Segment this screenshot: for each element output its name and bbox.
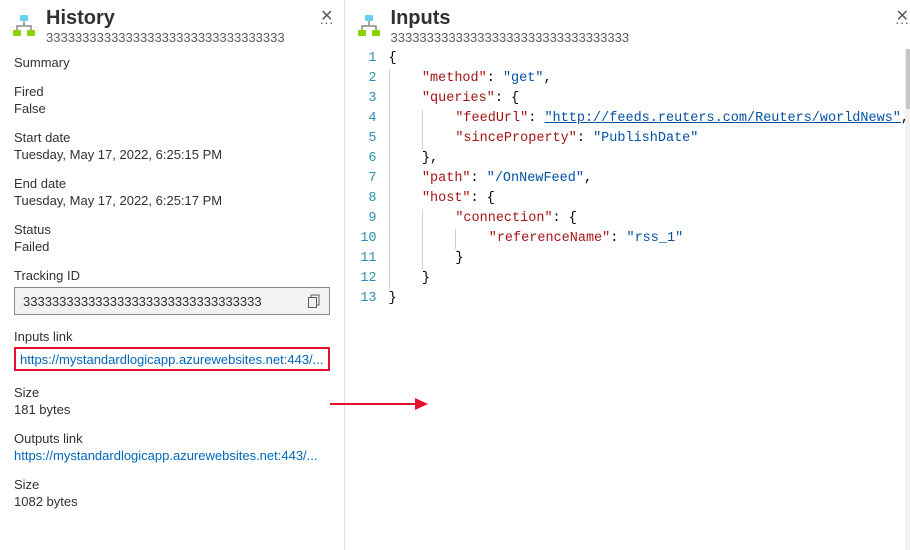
code-line: "feedUrl": "http://feeds.reuters.com/Reu… bbox=[389, 109, 910, 129]
scroll-thumb[interactable] bbox=[906, 49, 910, 109]
inputs-header: Inputs 333333333333333333333333333333333… bbox=[345, 0, 910, 45]
code-line: "method": "get", bbox=[389, 69, 910, 89]
start-date-value: Tuesday, May 17, 2022, 6:25:15 PM bbox=[14, 147, 330, 162]
inputs-link[interactable]: https://mystandardlogicapp.azurewebsites… bbox=[20, 352, 324, 367]
copy-icon[interactable] bbox=[299, 294, 329, 308]
code-line: } bbox=[389, 249, 910, 269]
tracking-id-field: 333333333333333333333333333333333 bbox=[14, 287, 330, 315]
code-line: "sinceProperty": "PublishDate" bbox=[389, 129, 910, 149]
code-line: "connection": { bbox=[389, 209, 910, 229]
code-line: "path": "/OnNewFeed", bbox=[389, 169, 910, 189]
logic-app-icon bbox=[355, 12, 383, 40]
inputs-size-label: Size bbox=[14, 385, 330, 400]
history-body: Summary Fired False Start date Tuesday, … bbox=[0, 45, 344, 509]
history-panel: History 33333333333333333333333333333333… bbox=[0, 0, 345, 550]
tracking-id-label: Tracking ID bbox=[14, 268, 330, 283]
end-date-label: End date bbox=[14, 176, 330, 191]
scrollbar[interactable] bbox=[905, 49, 910, 550]
inputs-size-value: 181 bytes bbox=[14, 402, 330, 417]
code-area[interactable]: { "method": "get", "queries": { "feedUrl… bbox=[389, 49, 910, 550]
logic-app-icon bbox=[10, 12, 38, 40]
code-line: } bbox=[389, 269, 910, 289]
start-date-label: Start date bbox=[14, 130, 330, 145]
history-title: History bbox=[46, 6, 314, 30]
status-label: Status bbox=[14, 222, 330, 237]
history-header: History 33333333333333333333333333333333… bbox=[0, 0, 344, 45]
history-subtitle: 333333333333333333333333333333333 bbox=[46, 30, 314, 45]
code-line: "host": { bbox=[389, 189, 910, 209]
outputs-size-value: 1082 bytes bbox=[14, 494, 330, 509]
line-gutter: 12345678910111213 bbox=[345, 49, 389, 550]
code-line: }, bbox=[389, 149, 910, 169]
end-date-value: Tuesday, May 17, 2022, 6:25:17 PM bbox=[14, 193, 330, 208]
code-line: "referenceName": "rss_1" bbox=[389, 229, 910, 249]
inputs-link-label: Inputs link bbox=[14, 329, 330, 344]
close-icon[interactable]: ✕ bbox=[896, 6, 909, 26]
status-value: Failed bbox=[14, 239, 330, 254]
close-icon[interactable]: ✕ bbox=[320, 6, 333, 26]
code-line: "queries": { bbox=[389, 89, 910, 109]
fired-label: Fired bbox=[14, 84, 330, 99]
code-line: { bbox=[389, 49, 910, 69]
inputs-title: Inputs bbox=[391, 6, 890, 30]
tracking-id-value: 333333333333333333333333333333333 bbox=[15, 294, 299, 309]
outputs-size-label: Size bbox=[14, 477, 330, 492]
inputs-panel: Inputs 333333333333333333333333333333333… bbox=[345, 0, 910, 550]
json-editor[interactable]: 12345678910111213 { "method": "get", "qu… bbox=[345, 49, 910, 550]
inputs-link-highlight: https://mystandardlogicapp.azurewebsites… bbox=[14, 347, 330, 371]
outputs-link[interactable]: https://mystandardlogicapp.azurewebsites… bbox=[14, 448, 330, 463]
fired-value: False bbox=[14, 101, 330, 116]
code-line: } bbox=[389, 289, 910, 309]
inputs-subtitle: 333333333333333333333333333333333 bbox=[391, 30, 890, 45]
summary-heading: Summary bbox=[14, 55, 330, 70]
outputs-link-label: Outputs link bbox=[14, 431, 330, 446]
